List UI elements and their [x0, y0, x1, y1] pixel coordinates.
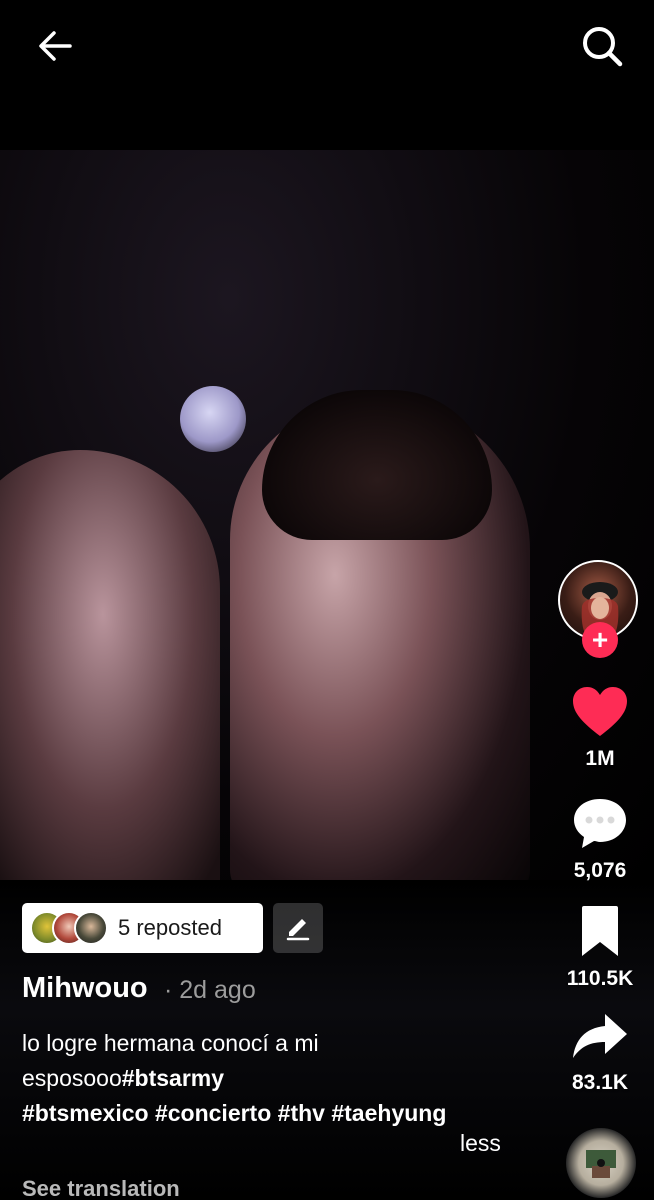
comment-button[interactable]: 5,076	[560, 796, 640, 883]
hashtag[interactable]: #taehyung	[331, 1100, 446, 1126]
caption-text: esposooo	[22, 1065, 122, 1091]
share-count: 83.1K	[571, 1071, 629, 1094]
search-icon	[583, 27, 623, 67]
share-icon	[573, 1014, 627, 1058]
video-player[interactable]	[0, 150, 654, 890]
comment-count: 5,076	[573, 859, 627, 882]
pencil-icon	[286, 919, 310, 941]
caption-less-toggle[interactable]: less	[460, 1130, 501, 1157]
plus-icon: +	[591, 624, 609, 655]
see-translation-link[interactable]: See translation	[22, 1176, 180, 1200]
save-count: 110.5K	[566, 967, 634, 990]
comment-icon	[574, 799, 626, 848]
like-count: 1M	[585, 747, 615, 770]
video-person-hair	[262, 390, 492, 540]
repost-indicator[interactable]: 5 reposted	[22, 903, 263, 953]
like-button[interactable]: 1M	[560, 686, 640, 771]
video-feed-screen: + 1M 5,076 110.5K 83.1K 5 reposted Mihwo…	[0, 0, 654, 1200]
music-disc[interactable]	[566, 1128, 636, 1198]
hashtag[interactable]: #concierto	[155, 1100, 271, 1126]
edit-button[interactable]	[273, 903, 323, 953]
author-username[interactable]: Mihwouo	[22, 972, 148, 1005]
repost-avatar-3	[74, 911, 108, 945]
hashtag[interactable]: #thv	[278, 1100, 325, 1126]
share-button[interactable]: 83.1K	[560, 1012, 640, 1095]
music-cover-image	[586, 1150, 616, 1178]
stage-light	[180, 386, 246, 452]
arrow-left-icon	[39, 31, 72, 61]
follow-button[interactable]: +	[582, 622, 618, 658]
post-caption: lo logre hermana conocí a mi esposooo#bt…	[22, 1026, 542, 1131]
save-button[interactable]: 110.5K	[560, 904, 640, 991]
caption-text: lo logre hermana conocí a mi	[22, 1030, 319, 1056]
hashtag[interactable]: #btsmexico	[22, 1100, 149, 1126]
back-button[interactable]	[34, 24, 78, 68]
hashtag[interactable]: #btsarmy	[122, 1065, 224, 1091]
repost-label: 5 reposted	[118, 915, 222, 940]
video-person-left	[0, 450, 220, 890]
search-button[interactable]	[578, 22, 626, 70]
post-time: · 2d ago	[164, 976, 256, 1004]
heart-icon	[573, 687, 627, 736]
bookmark-icon	[582, 906, 618, 956]
